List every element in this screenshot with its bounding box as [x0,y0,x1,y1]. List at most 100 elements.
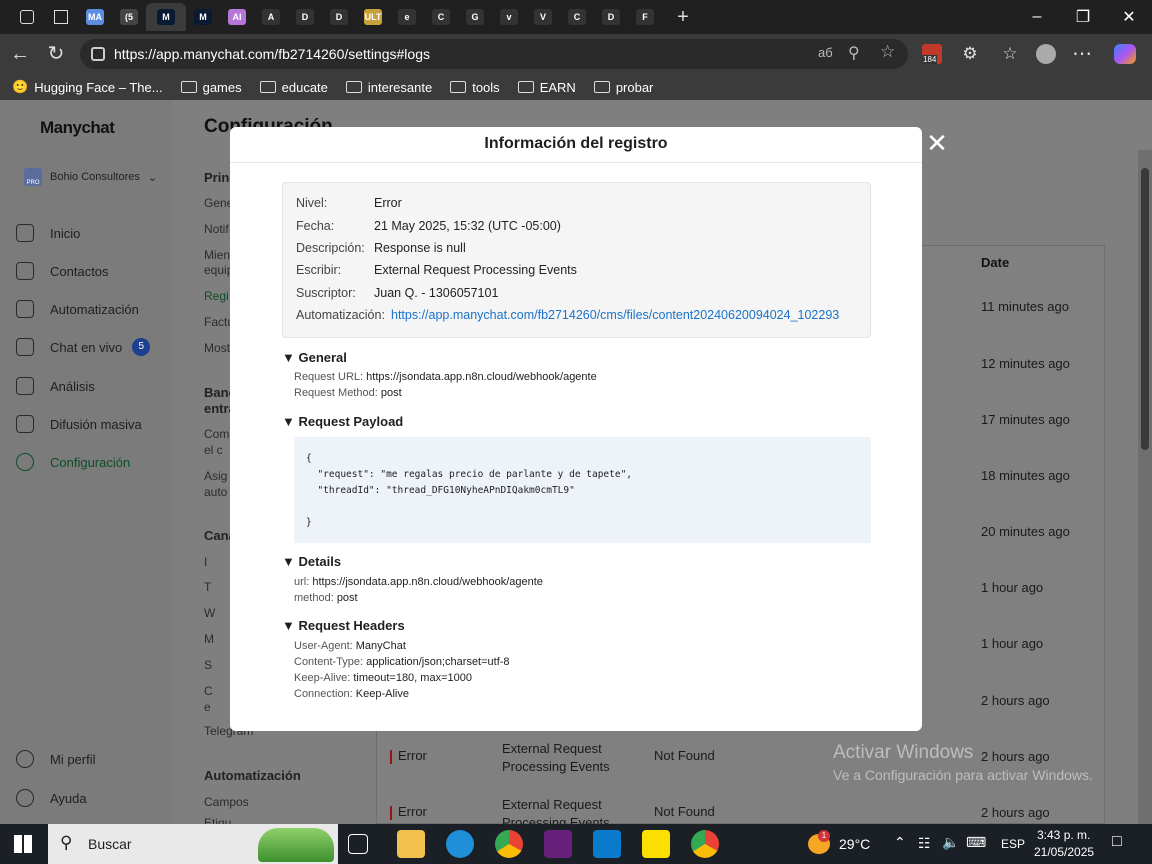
more-menu-icon[interactable]: ⋯ [1070,42,1094,66]
bookmark-folder-educate[interactable]: educate [259,80,328,95]
settings-menu-item[interactable]: el c [204,443,223,457]
bookmark-folder-earn[interactable]: EARN [517,80,576,95]
edge-icon[interactable] [446,830,474,858]
browser-tab[interactable]: M [146,3,186,31]
copilot-icon[interactable] [1114,44,1136,64]
profile-avatar[interactable] [1036,44,1056,64]
settings-menu-item[interactable]: I [204,555,207,569]
zoom-icon[interactable]: ⚲ [848,43,860,63]
browser-tab[interactable]: C [560,3,594,31]
volume-icon[interactable]: 🔈 [942,834,959,851]
maximize-button[interactable]: ❐ [1060,0,1106,34]
bookmark-folder-games[interactable]: games [180,80,242,95]
bookmark-folder-tools[interactable]: tools [450,80,500,95]
sidebar-item-help[interactable]: Ayuda [16,789,87,807]
settings-menu-item[interactable]: Regi [204,289,229,303]
vscode-icon[interactable] [593,830,621,858]
bookmark-folder-interesante[interactable]: interesante [345,80,432,95]
sidebar-item-broadcast[interactable]: Difusión masiva [16,415,142,433]
weather-temp[interactable]: 29°C [839,836,870,852]
extensions-icon[interactable]: ⚙ [958,42,982,66]
site-info-icon[interactable] [91,47,105,61]
settings-menu-item[interactable]: Etiqu [204,816,231,824]
sticky-notes-icon[interactable] [642,830,670,858]
settings-menu-item[interactable]: S [204,658,212,672]
language-indicator[interactable]: ESP [1001,837,1025,851]
section-headers-toggle[interactable]: ▼ Request Headers [282,618,405,633]
settings-menu-item[interactable]: T [204,580,211,594]
sidebar-item-chat[interactable]: Chat en vivo 5 [16,338,151,356]
clock-time[interactable]: 3:43 p. m. [1037,828,1090,842]
taskbar-search-box[interactable]: ⚲ Buscar [48,824,338,864]
manychat-logo[interactable]: Manychat [40,118,115,138]
new-tab-button[interactable]: + [666,3,700,31]
bookmark-folder-probar[interactable]: probar [593,80,653,95]
sidebar-item-automation[interactable]: Automatización [16,300,139,318]
browser-tab[interactable]: M [186,3,220,31]
keyboard-icon[interactable]: ⌨ [966,834,986,851]
network-icon[interactable]: ☷ [918,835,931,852]
chrome-profile-icon[interactable] [691,830,719,858]
workspaces-icon[interactable] [10,3,44,31]
settings-menu-item[interactable]: Most [204,341,230,355]
settings-menu-item[interactable]: W [204,606,215,620]
browser-tab[interactable]: F [628,3,662,31]
section-general-toggle[interactable]: ▼ General [282,350,347,365]
settings-menu-item[interactable]: Mien [204,248,230,262]
settings-menu-item[interactable]: e [204,700,211,714]
file-explorer-icon[interactable] [397,830,425,858]
automation-link[interactable]: https://app.manychat.com/fb2714260/cms/f… [391,308,839,322]
favorites-icon[interactable]: ☆ [998,42,1022,66]
windows-start-icon[interactable] [14,835,32,853]
clock-date[interactable]: 21/05/2025 [1034,845,1094,859]
minimize-button[interactable]: – [1014,0,1060,34]
sidebar-item-contacts[interactable]: Contactos [16,262,109,280]
chevron-up-icon[interactable]: ⌃ [894,834,906,851]
page-scrollbar[interactable] [1138,150,1152,824]
browser-tab[interactable]: MA [78,3,112,31]
chrome-icon[interactable] [495,830,523,858]
browser-tab[interactable]: D [322,3,356,31]
browser-tab[interactable]: e [390,3,424,31]
favorite-star-icon[interactable]: ☆ [880,42,895,62]
browser-tab[interactable]: (5 [112,3,146,31]
settings-menu-item[interactable]: C [204,684,213,698]
browser-tab[interactable]: D [594,3,628,31]
settings-menu-item[interactable]: M [204,632,214,646]
settings-menu-item[interactable]: Com [204,427,229,441]
close-modal-button[interactable]: ✕ [924,130,950,156]
tab-actions-icon[interactable] [44,3,78,31]
sidebar-item-home[interactable]: Inicio [16,224,80,242]
browser-tab[interactable]: AI [220,3,254,31]
notifications-icon[interactable]: □ [1112,833,1122,851]
settings-menu-item[interactable]: Campos [204,795,249,809]
read-aloud-icon[interactable]: aб [818,45,833,60]
settings-menu-item[interactable]: Notif [204,222,229,236]
section-payload-toggle[interactable]: ▼ Request Payload [282,414,403,429]
settings-menu-item[interactable]: Gene [204,196,233,210]
sidebar-item-profile[interactable]: Mi perfil [16,750,96,768]
bookmark-hugging-face[interactable]: 🙂 Hugging Face – The... [12,79,163,95]
scroll-thumb[interactable] [1141,168,1149,450]
browser-tab[interactable]: v [492,3,526,31]
sidebar-item-settings[interactable]: Configuración [16,453,130,471]
section-details-toggle[interactable]: ▼ Details [282,554,341,569]
close-window-button[interactable]: ✕ [1106,0,1152,34]
refresh-button[interactable]: ↻ [44,42,68,66]
browser-tab[interactable]: G [458,3,492,31]
date-column-header[interactable]: Date [981,255,1009,270]
sidebar-item-analytics[interactable]: Análisis [16,377,95,395]
account-switcher[interactable]: PRO Bohio Consultores ⌄ [24,168,157,186]
browser-tab[interactable]: ULT [356,3,390,31]
vs-icon[interactable] [544,830,572,858]
settings-menu-item[interactable]: equip [204,263,233,277]
extension-icon[interactable]: 184 [922,44,942,64]
browser-tab[interactable]: C [424,3,458,31]
settings-menu-item[interactable]: auto [204,485,227,499]
settings-menu-item[interactable]: Asig [204,469,227,483]
back-button[interactable]: ← [8,42,32,66]
browser-tab[interactable]: D [288,3,322,31]
browser-tab[interactable]: A [254,3,288,31]
url-field[interactable]: https://app.manychat.com/fb2714260/setti… [80,39,908,69]
task-view-icon[interactable] [348,834,368,854]
